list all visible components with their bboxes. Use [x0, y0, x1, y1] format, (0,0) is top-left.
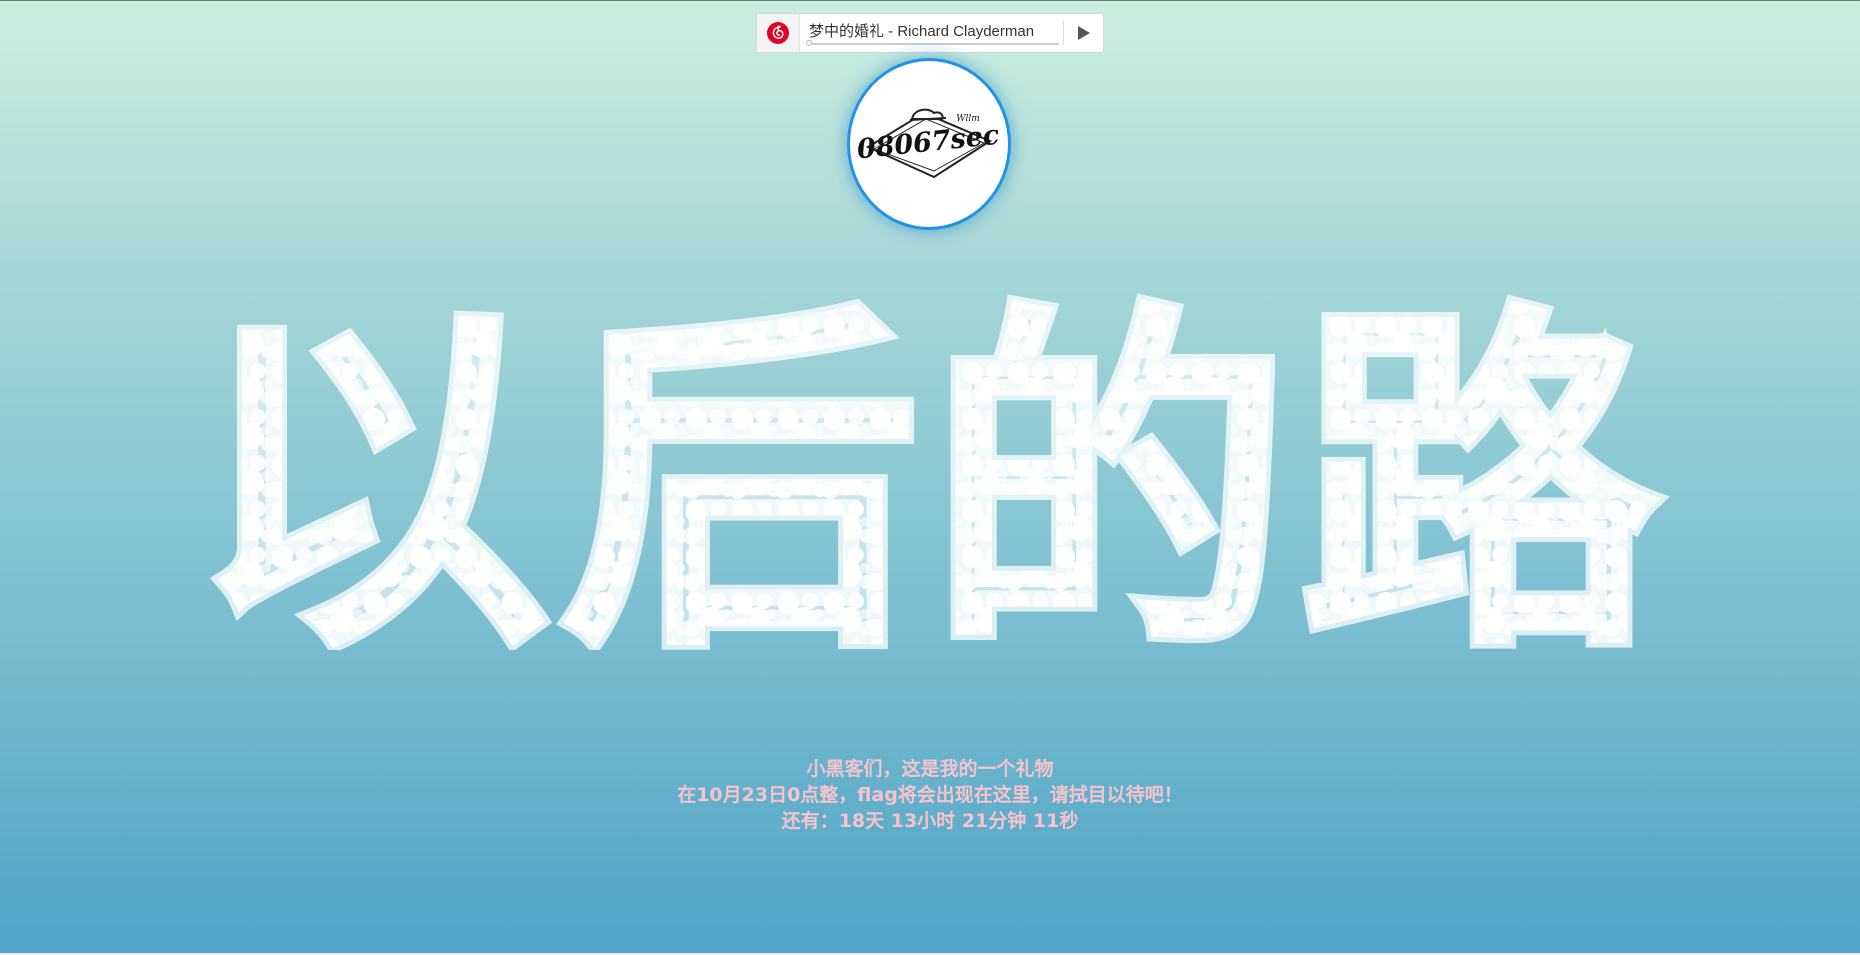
svg-text:Wllm: Wllm [956, 114, 980, 124]
top-border [0, 0, 1860, 1]
message-line-1: 小黑客们，这是我的一个礼物 [806, 758, 1054, 780]
avatar[interactable]: 08067sec Wllm [847, 58, 1011, 230]
countdown: 还有：18天 13小时 21分钟 11秒 [0, 808, 1860, 834]
site-logo-icon: 08067sec Wllm [855, 108, 1001, 179]
countdown-minutes-unit: 分钟 [988, 810, 1027, 832]
message-line-2: 在10月23日0点整，flag将会出现在这里，请拭目以待吧！ [677, 784, 1183, 806]
progress-handle[interactable] [806, 40, 812, 46]
countdown-days: 18 [838, 810, 866, 832]
countdown-hours: 13 [890, 810, 918, 832]
message-block: 小黑客们，这是我的一个礼物 在10月23日0点整，flag将会出现在这里，请拭目… [0, 756, 1860, 834]
svg-text:08067sec: 08067sec [855, 120, 1000, 166]
hero-text: 以后的路 [190, 276, 1670, 650]
music-player: 梦中的婚礼 - Richard Clayderman [756, 13, 1104, 53]
player-divider [1063, 21, 1064, 45]
countdown-minutes: 21 [961, 810, 989, 832]
play-button[interactable] [1071, 20, 1097, 46]
countdown-seconds: 11 [1032, 810, 1060, 832]
countdown-prefix: 还有： [781, 810, 839, 832]
song-title: 梦中的婚礼 - Richard Clayderman [809, 23, 1035, 40]
netease-music-icon[interactable] [757, 14, 800, 52]
countdown-seconds-unit: 秒 [1059, 810, 1079, 832]
countdown-hours-unit: 小时 [917, 810, 956, 832]
bubble-text-title: 以后的路 [185, 271, 1670, 650]
play-icon [1078, 26, 1090, 40]
countdown-days-unit: 天 [865, 810, 885, 832]
progress-bar[interactable] [806, 40, 1059, 46]
